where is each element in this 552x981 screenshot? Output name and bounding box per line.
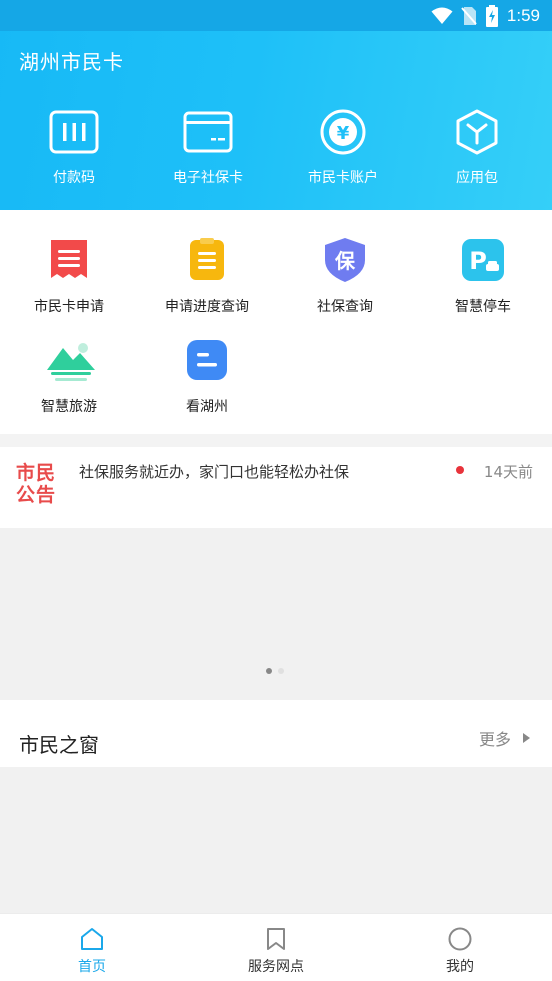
banner-carousel[interactable]	[0, 528, 552, 700]
yuan-icon: ¥	[318, 109, 368, 155]
service-label: 申请进度查询	[165, 299, 249, 315]
quick-action-label: 应用包	[456, 170, 498, 186]
more-button[interactable]: 更多	[479, 726, 530, 750]
tab-label: 服务网点	[248, 959, 304, 975]
carousel-indicator	[266, 668, 284, 674]
tab-label: 首页	[78, 959, 106, 975]
bookmark-icon	[263, 926, 289, 952]
card-icon	[183, 110, 233, 154]
carousel-dot	[266, 668, 272, 674]
quick-action-label: 付款码	[53, 170, 95, 186]
clipboard-icon	[183, 236, 231, 284]
bottom-tab-bar: 首页 服务网点 我的	[0, 913, 552, 981]
parking-icon: P	[459, 236, 507, 284]
user-circle-icon	[447, 926, 473, 952]
notice-logo-line: 公告	[16, 484, 57, 506]
notice-time: 14天前	[483, 463, 533, 481]
services-grid: 市民卡申请 申请进度查询 保 社保查询 P 智慧停车 智慧旅游 看湖州	[0, 210, 552, 434]
svg-text:P: P	[469, 247, 487, 275]
wifi-icon	[431, 7, 453, 24]
tab-mine[interactable]: 我的	[368, 914, 552, 981]
quick-action-social-card[interactable]: 电子社保卡	[139, 110, 277, 190]
quick-action-pay-code[interactable]: 付款码	[5, 110, 143, 190]
app-title: 湖州市民卡	[19, 50, 124, 74]
tab-service-points[interactable]: 服务网点	[184, 914, 368, 981]
section-content	[0, 767, 552, 913]
quick-action-account[interactable]: ¥ 市民卡账户	[274, 109, 412, 190]
svg-text:保: 保	[334, 249, 356, 273]
service-label: 看湖州	[186, 399, 228, 415]
carousel-dot	[278, 668, 284, 674]
receipt-icon	[45, 236, 93, 284]
more-label: 更多	[478, 730, 511, 749]
news-icon	[183, 336, 231, 384]
notice-logo: 市民 公告	[16, 462, 62, 508]
home-icon	[79, 926, 105, 952]
service-card-apply[interactable]: 市民卡申请	[0, 236, 138, 316]
chevron-right-icon	[523, 733, 530, 743]
service-label: 市民卡申请	[34, 299, 104, 315]
battery-charging-icon	[485, 5, 498, 27]
unread-dot	[456, 466, 464, 474]
notice-text[interactable]: 社保服务就近办，家门口也能轻松办社保	[79, 461, 349, 482]
quick-action-label: 市民卡账户	[308, 170, 378, 186]
section-header: 市民之窗 更多	[0, 700, 552, 767]
service-card-progress[interactable]: 申请进度查询	[138, 236, 276, 316]
tab-home[interactable]: 首页	[0, 914, 184, 981]
service-label: 智慧旅游	[41, 399, 97, 415]
box-icon	[452, 109, 502, 155]
notice-logo-line: 市民	[16, 462, 57, 484]
shield-bao-icon: 保	[321, 236, 369, 284]
service-card-tourism[interactable]: 智慧旅游	[0, 336, 138, 416]
service-card-huzhou-news[interactable]: 看湖州	[138, 336, 276, 416]
status-icons: 1:59	[431, 4, 540, 28]
status-bar: 1:59	[0, 0, 552, 31]
service-label: 智慧停车	[455, 299, 511, 315]
mountain-icon	[45, 336, 95, 384]
section-title: 市民之窗	[19, 733, 99, 757]
service-label: 社保查询	[317, 299, 373, 315]
service-card-parking[interactable]: P 智慧停车	[414, 236, 552, 316]
svg-text:¥: ¥	[337, 123, 350, 144]
app-header: 1:59 湖州市民卡 付款码 电子社保卡 ¥ 市民卡账户 应用包	[0, 0, 552, 210]
service-card-social-security[interactable]: 保 社保查询	[276, 236, 414, 316]
status-time: 1:59	[506, 6, 540, 25]
notice-bar[interactable]: 市民 公告 社保服务就近办，家门口也能轻松办社保 14天前	[0, 447, 552, 528]
tab-label: 我的	[446, 959, 474, 975]
quick-action-app-pack[interactable]: 应用包	[408, 109, 546, 190]
quick-action-label: 电子社保卡	[173, 170, 243, 186]
barcode-icon	[49, 110, 99, 154]
no-sim-icon	[461, 7, 477, 25]
